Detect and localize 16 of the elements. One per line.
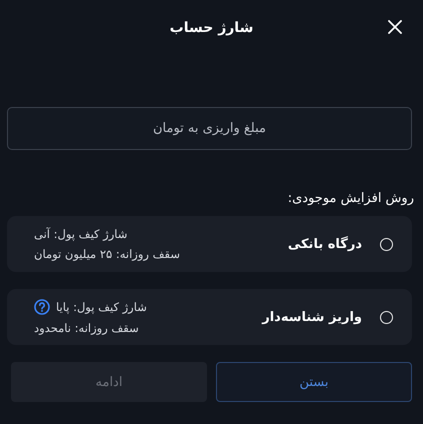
method-detail: شارژ کیف پول: آنی [34,227,128,241]
close-button[interactable] [388,20,402,34]
close-dialog-button[interactable]: بستن [216,362,412,402]
radio-button[interactable] [380,310,393,324]
payment-method-option[interactable]: درگاه بانکی شارژ کیف پول: آنی سقف روزانه: ۲۵ میلیون تومان [7,216,412,272]
radio-button[interactable] [380,238,393,250]
method-title: واریز شناسه‌دار [262,310,362,324]
methods-label: روش افزایش موجودی: [286,190,414,208]
amount-input-field[interactable]: مبلغ واریزی به تومان [7,107,412,150]
method-detail: شارژ کیف پول: پایا [56,300,147,314]
method-detail: سقف روزانه: ۲۵ میلیون تومان [34,247,180,261]
dialog-title: شارژ حساب [170,20,254,36]
method-title: درگاه بانکی [288,236,362,252]
method-detail: سقف روزانه: نامحدود [34,321,139,335]
payment-method-option[interactable]: واریز شناسه‌دار شارژ کیف پول: پایا سقف روزانه: نامحدود [7,289,412,345]
help-icon[interactable] [34,299,50,315]
